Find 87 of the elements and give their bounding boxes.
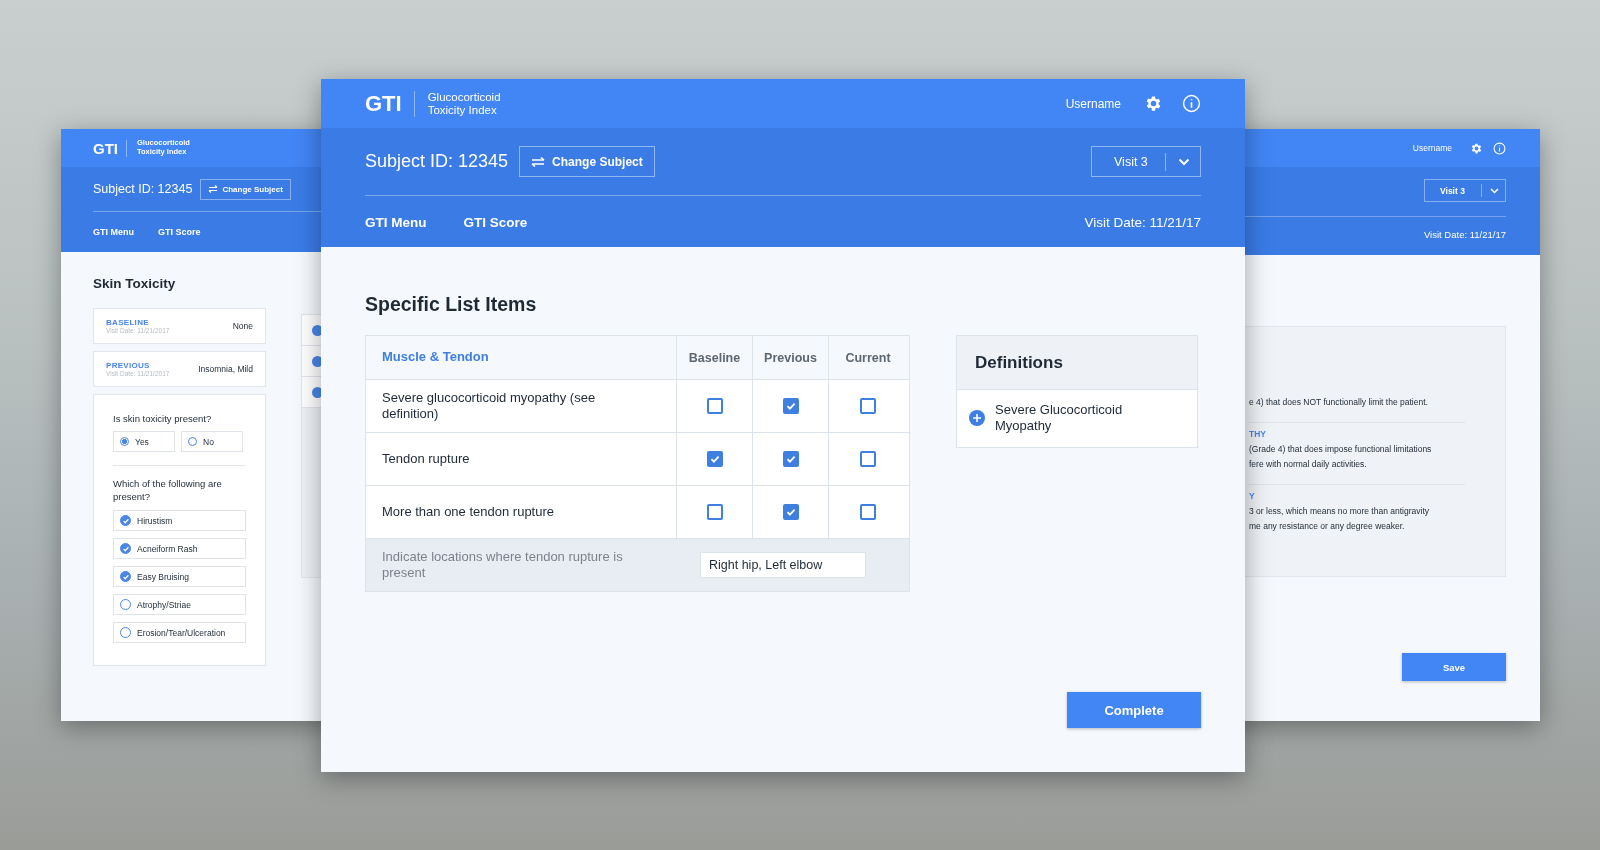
visit-dropdown[interactable]: Visit 3: [1091, 146, 1201, 177]
checkbox[interactable]: [782, 504, 799, 520]
definition-heading: Y: [1249, 491, 1256, 501]
option-label: Easy Bruising: [137, 571, 189, 582]
column-header: Current: [828, 336, 907, 379]
option-label: Erosion/Tear/Ulceration: [137, 627, 226, 638]
visit-dropdown[interactable]: Visit 3: [1424, 179, 1506, 202]
history-value: Insomnia, Mild: [198, 364, 253, 374]
swap-arrows-icon: [531, 156, 546, 167]
row-label: Tendon rupture: [381, 449, 471, 468]
check-circle[interactable]: [120, 543, 131, 555]
checkbox[interactable]: [706, 398, 723, 414]
history-label: BASELINE: [106, 318, 150, 327]
definition-heading: THY: [1249, 429, 1267, 439]
row-label: More than one tendon rupture: [381, 502, 555, 521]
subject-id: Subject ID: 12345: [93, 182, 193, 196]
chevron-down-icon: [1178, 157, 1190, 166]
definitions-title: Definitions: [957, 336, 1197, 390]
checkbox[interactable]: [706, 504, 723, 520]
info-icon[interactable]: [1493, 141, 1506, 155]
check-icon: [121, 544, 130, 553]
change-subject-button[interactable]: Change Subject: [519, 146, 655, 177]
check-icon: [121, 572, 130, 581]
option-label: Atrophy/Striae: [137, 599, 191, 610]
radio-option[interactable]: No: [181, 431, 243, 453]
definition-text: fere with normal daily activities.: [1249, 458, 1368, 471]
settings-icon[interactable]: [1470, 141, 1483, 155]
option-label: Yes: [135, 436, 149, 447]
visit-date: Visit Date: 11/21/17: [1423, 229, 1506, 240]
option-label: Acneiform Rash: [137, 543, 198, 554]
radio-option[interactable]: Yes: [113, 431, 175, 453]
check-icon: [784, 506, 797, 518]
check-icon: [784, 400, 797, 412]
check-icon: [784, 453, 797, 465]
chevron-down-icon: [1490, 187, 1499, 194]
check-circle[interactable]: [120, 571, 131, 583]
change-subject-button[interactable]: Change Subject: [200, 178, 291, 200]
checkbox[interactable]: [782, 398, 799, 414]
check-icon: [121, 516, 130, 525]
checkbox[interactable]: [782, 451, 799, 467]
history-value: None: [232, 321, 253, 331]
question-text: Is skin toxicity present?: [113, 413, 213, 426]
app-name: Glucocorticoid Toxicity Index: [427, 90, 502, 117]
save-button[interactable]: Save: [1402, 653, 1506, 681]
username: Username: [1412, 143, 1452, 153]
nav-tab[interactable]: GTI Menu: [365, 214, 427, 230]
definition-text: e 4) that does NOT functionally limit the patient.: [1249, 396, 1429, 409]
column-header: Muscle & Tendon: [381, 348, 490, 367]
definition-text: 3 or less, which means no more than antigravity: [1249, 505, 1430, 518]
checklist-option[interactable]: Hirustism: [113, 510, 246, 532]
nav-tab[interactable]: GTI Score: [158, 227, 201, 237]
subject-id: Subject ID: 12345: [365, 151, 509, 172]
checkbox[interactable]: [860, 504, 876, 520]
definition-item[interactable]: Severe Glucocorticoid Myopathy: [957, 390, 1197, 447]
option-label: No: [203, 436, 214, 447]
checkbox[interactable]: [706, 451, 723, 467]
page-title: Specific List Items: [365, 293, 538, 316]
checklist-option[interactable]: Erosion/Tear/Ulceration: [113, 622, 246, 644]
field-prompt: Indicate locations where tendon rupture is present: [382, 548, 624, 582]
definition-text: me any resistance or any degree weaker.: [1249, 520, 1406, 533]
definition-text: (Grade 4) that does impose functional limitations: [1249, 443, 1433, 456]
locations-input-field[interactable]: Right hip, Left elbow: [700, 552, 866, 578]
checklist-option[interactable]: Atrophy/Striae: [113, 594, 246, 616]
visit-date: Visit Date: 11/21/17: [1084, 214, 1201, 230]
column-header: Previous: [752, 336, 828, 379]
radio-button[interactable]: [120, 437, 129, 447]
swap-arrows-icon: [208, 185, 219, 193]
nav-tab[interactable]: GTI Score: [463, 214, 528, 230]
logo-text: GTI: [365, 90, 415, 117]
settings-icon[interactable]: [1144, 94, 1163, 113]
check-circle[interactable]: [120, 515, 131, 527]
logo-text: GTI: [93, 139, 127, 157]
check-icon: [708, 453, 721, 465]
history-label: PREVIOUS: [106, 361, 151, 370]
info-icon[interactable]: [1182, 94, 1201, 113]
option-label: Hirustism: [137, 515, 173, 526]
checklist-option[interactable]: Acneiform Rash: [113, 538, 246, 560]
complete-button[interactable]: Complete: [1067, 692, 1201, 728]
column-header: Baseline: [676, 336, 752, 379]
row-label: Severe glucocorticoid myopathy (see definition): [381, 388, 597, 423]
nav-tab[interactable]: GTI Menu: [93, 227, 134, 237]
question-text: Which of the following are present?: [113, 478, 223, 504]
checklist-option[interactable]: Easy Bruising: [113, 566, 246, 588]
checkbox[interactable]: [860, 398, 876, 414]
section-title: Skin Toxicity: [93, 276, 177, 291]
checkbox[interactable]: [860, 451, 876, 467]
username: Username: [1065, 96, 1121, 111]
